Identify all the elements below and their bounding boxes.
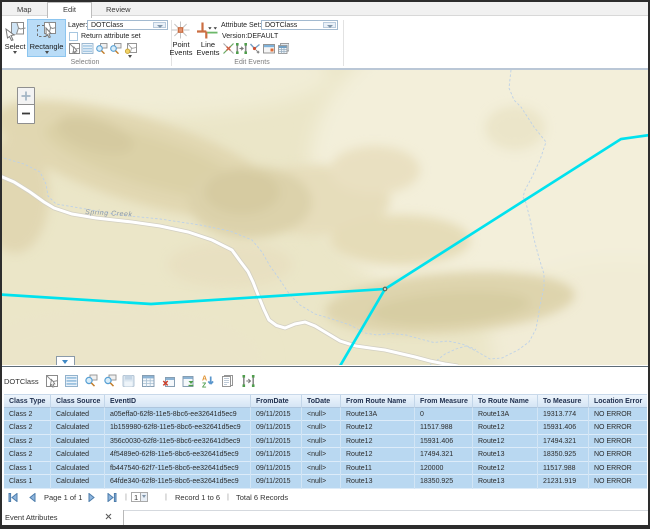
svg-text:Z: Z [202,383,207,389]
svg-text:A: A [202,376,207,383]
